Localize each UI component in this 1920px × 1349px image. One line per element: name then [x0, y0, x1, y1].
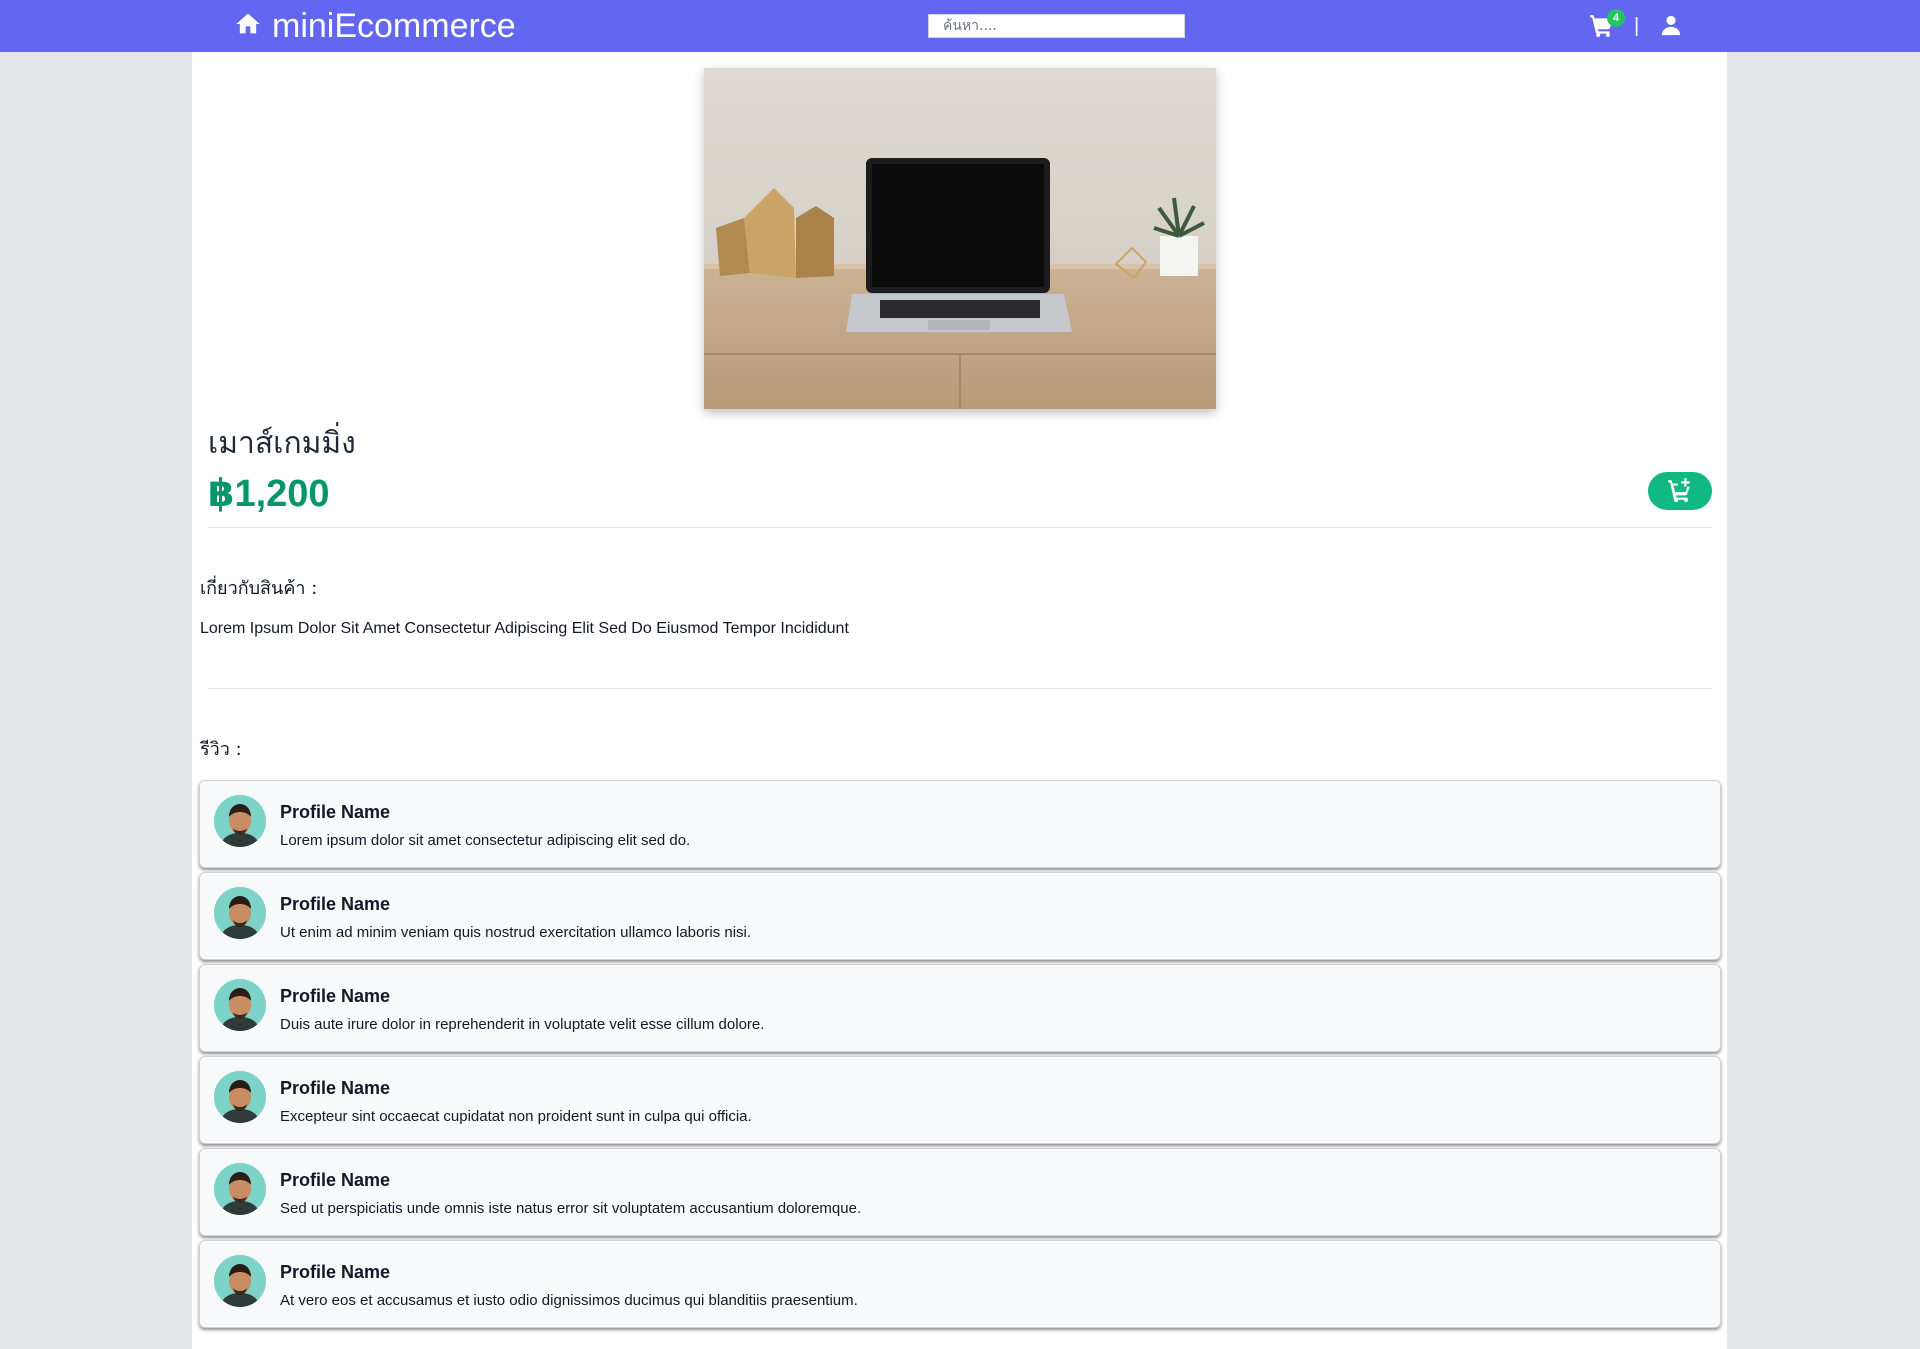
avatar — [214, 887, 266, 939]
review-author: Profile Name — [280, 894, 391, 914]
review-author: Profile Name — [280, 802, 391, 822]
avatar — [214, 979, 266, 1031]
review-card: Profile Name Ut enim ad minim veniam qui… — [199, 872, 1721, 960]
product-price: ฿1,200 — [208, 473, 330, 515]
navbar: miniEcommerce 4 | — [0, 0, 1920, 52]
add-to-cart-button[interactable] — [1648, 472, 1712, 510]
review-author: Profile Name — [280, 1170, 391, 1190]
search-input[interactable] — [928, 14, 1185, 38]
user-icon — [1660, 15, 1682, 41]
review-text: Duis aute irure dolor in reprehenderit i… — [280, 1016, 765, 1033]
user-button[interactable] — [1660, 13, 1684, 39]
brand-link[interactable]: miniEcommerce — [234, 6, 516, 46]
review-card: Profile Name Lorem ipsum dolor sit amet … — [199, 780, 1721, 868]
product-page: เมาส์เกมมิ่ง ฿1,200 เกี่ยวกับสินค้า : Lo… — [192, 52, 1727, 1349]
reviews-label: รีวิว : — [200, 739, 242, 760]
review-author: Profile Name — [280, 1262, 391, 1282]
avatar — [214, 1071, 266, 1123]
brand-name: miniEcommerce — [272, 7, 516, 45]
nav-separator: | — [1634, 15, 1640, 37]
review-card: Profile Name Sed ut perspiciatis unde om… — [199, 1148, 1721, 1236]
avatar — [214, 795, 266, 847]
review-card: Profile Name Excepteur sint occaecat cup… — [199, 1056, 1721, 1144]
review-text: At vero eos et accusamus et iusto odio d… — [280, 1292, 858, 1309]
divider — [208, 527, 1712, 528]
review-text: Sed ut perspiciatis unde omnis iste natu… — [280, 1200, 862, 1217]
cart-button[interactable]: 4 — [1589, 9, 1625, 39]
review-author: Profile Name — [280, 1078, 391, 1098]
home-icon — [234, 10, 262, 43]
avatar — [214, 1255, 266, 1307]
about-label: เกี่ยวกับสินค้า : — [200, 578, 318, 599]
about-text: Lorem Ipsum Dolor Sit Amet Consectetur A… — [200, 620, 849, 637]
divider — [208, 688, 1712, 689]
add-to-cart-icon — [1667, 477, 1693, 506]
cart-count-badge: 4 — [1607, 9, 1625, 27]
review-card: Profile Name Duis aute irure dolor in re… — [199, 964, 1721, 1052]
product-image — [704, 68, 1216, 409]
review-text: Excepteur sint occaecat cupidatat non pr… — [280, 1108, 752, 1125]
review-text: Lorem ipsum dolor sit amet consectetur a… — [280, 832, 691, 849]
cart-icon — [1589, 15, 1615, 43]
review-author: Profile Name — [280, 986, 391, 1006]
avatar — [214, 1163, 266, 1215]
review-text: Ut enim ad minim veniam quis nostrud exe… — [280, 924, 752, 941]
review-card: Profile Name At vero eos et accusamus et… — [199, 1240, 1721, 1328]
product-name: เมาส์เกมมิ่ง — [208, 426, 356, 461]
